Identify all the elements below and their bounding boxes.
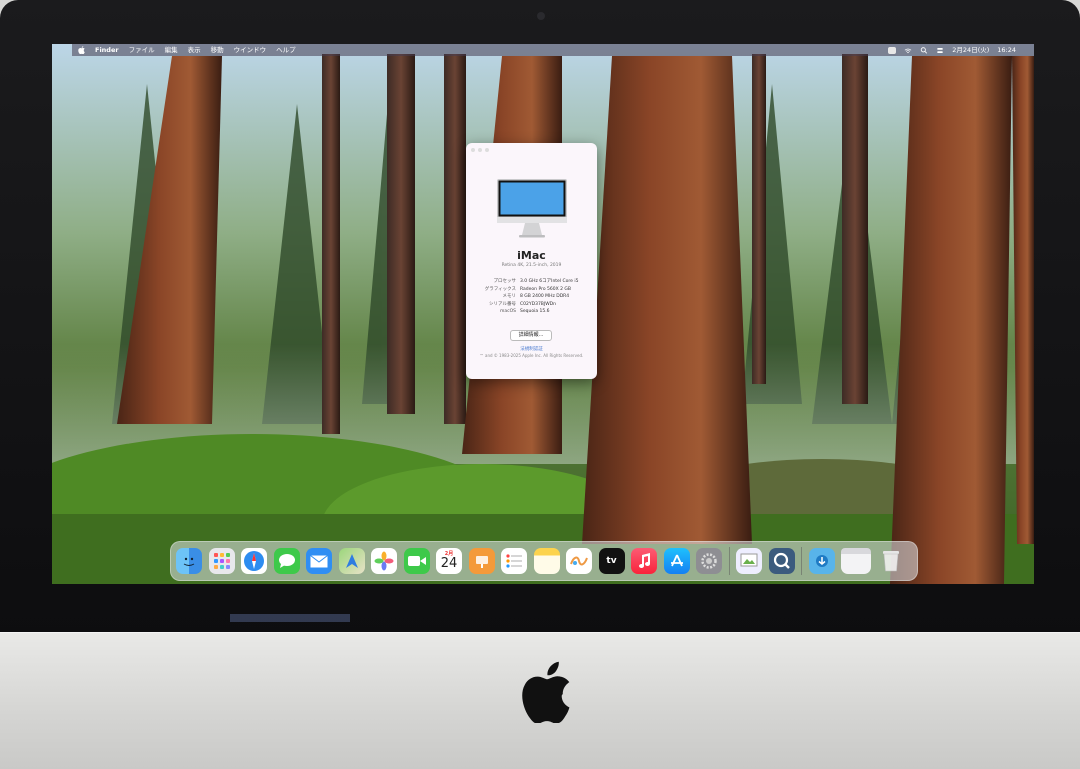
dock: 2月 24 tv <box>170 541 918 581</box>
menu-finder[interactable]: Finder <box>95 44 119 56</box>
window-icon[interactable] <box>841 548 871 574</box>
reminders-icon[interactable] <box>501 548 527 574</box>
screen-record-icon[interactable] <box>888 46 897 54</box>
mail-icon[interactable] <box>306 548 332 574</box>
zoom-icon[interactable] <box>485 148 489 152</box>
app-store-icon[interactable] <box>663 548 690 574</box>
menu-view[interactable]: 表示 <box>188 44 201 56</box>
downloads-folder-icon[interactable] <box>808 548 835 574</box>
menu-edit[interactable]: 編集 <box>165 44 178 56</box>
screen-reflection <box>230 614 350 622</box>
spec-label: メモリ <box>502 294 517 299</box>
spec-label: シリアル番号 <box>489 301 516 307</box>
minimize-icon[interactable] <box>478 148 482 152</box>
wifi-icon[interactable] <box>904 47 912 54</box>
menu-time[interactable]: 16:24 <box>997 44 1016 56</box>
copyright-text: ™ and © 1983-2025 Apple Inc. All Rights … <box>479 353 584 358</box>
menu-file[interactable]: ファイル <box>129 44 155 56</box>
model-subtitle: Retina 4K, 21.5-inch, 2019 <box>501 263 562 268</box>
apple-menu-icon[interactable] <box>78 46 85 54</box>
menu-go[interactable]: 移動 <box>211 44 224 56</box>
menu-help[interactable]: ヘルプ <box>276 44 296 56</box>
finder-icon[interactable] <box>176 548 202 574</box>
window-controls <box>471 148 489 152</box>
spec-row-memory: メモリ 8 GB 2400 MHz DDR4 <box>474 293 592 301</box>
spec-label: プロセッサ <box>493 279 517 284</box>
more-info-button[interactable]: 詳細情報... <box>510 330 552 341</box>
spec-value: 3.0 GHz 6コアIntel Core i5 <box>520 279 579 284</box>
system-settings-icon[interactable] <box>696 548 722 574</box>
dock-separator <box>728 547 730 575</box>
calendar-day: 24 <box>440 556 458 571</box>
desktop-screen: Finder ファイル 編集 表示 移動 ウインドウ ヘルプ 2月24日(火) … <box>52 44 1034 584</box>
spec-value: Sequoia 15.6 <box>520 309 550 314</box>
spec-list: プロセッサ 3.0 GHz 6コアIntel Core i5 グラフィックス R… <box>474 278 592 316</box>
dock-separator <box>801 547 802 575</box>
trash-icon[interactable] <box>878 548 904 574</box>
spec-value: C02YD37BJWDn <box>520 301 556 307</box>
facetime-icon[interactable] <box>403 548 430 574</box>
quicktime-icon[interactable] <box>768 548 795 574</box>
apple-tv-icon[interactable]: tv <box>598 548 625 574</box>
spec-label: macOS <box>499 309 516 314</box>
music-icon[interactable] <box>631 548 657 574</box>
control-center-icon[interactable] <box>936 47 944 54</box>
spec-value: 8 GB 2400 MHz DDR4 <box>520 294 570 299</box>
menu-date[interactable]: 2月24日(火) <box>952 44 989 56</box>
imac-illustration-icon <box>497 179 567 238</box>
search-icon[interactable] <box>920 46 928 54</box>
menu-bar: Finder ファイル 編集 表示 移動 ウインドウ ヘルプ 2月24日(火) … <box>72 44 1034 56</box>
close-icon[interactable] <box>471 148 475 152</box>
apple-logo-icon <box>522 661 570 723</box>
launchpad-icon[interactable] <box>208 548 235 574</box>
messages-icon[interactable] <box>273 548 300 574</box>
menu-window[interactable]: ウインドウ <box>234 44 267 56</box>
about-this-mac-window: iMac Retina 4K, 21.5-inch, 2019 プロセッサ 3.… <box>466 143 597 379</box>
spec-label: グラフィックス <box>484 286 516 292</box>
notes-icon[interactable] <box>533 548 560 574</box>
model-title: iMac <box>517 249 546 262</box>
spec-value: Radeon Pro 560X 2 GB <box>520 286 571 292</box>
camera-icon <box>537 12 545 20</box>
safari-icon[interactable] <box>241 548 267 574</box>
spec-row-serial: シリアル番号 C02YD37BJWDn <box>474 301 592 309</box>
spec-row-graphics: グラフィックス Radeon Pro 560X 2 GB <box>474 286 592 294</box>
calendar-icon[interactable]: 2月 24 <box>436 548 462 574</box>
spec-row-macos: macOS Sequoia 15.6 <box>474 308 592 316</box>
keynote-icon[interactable] <box>468 548 495 574</box>
preview-icon[interactable] <box>736 548 762 574</box>
freeform-icon[interactable] <box>566 548 592 574</box>
photos-icon[interactable] <box>371 548 397 574</box>
maps-icon[interactable] <box>338 548 365 574</box>
regulatory-link[interactable]: 法規制認証 <box>466 346 597 352</box>
spec-row-processor: プロセッサ 3.0 GHz 6コアIntel Core i5 <box>474 278 592 286</box>
monitor-chin <box>0 632 1080 769</box>
